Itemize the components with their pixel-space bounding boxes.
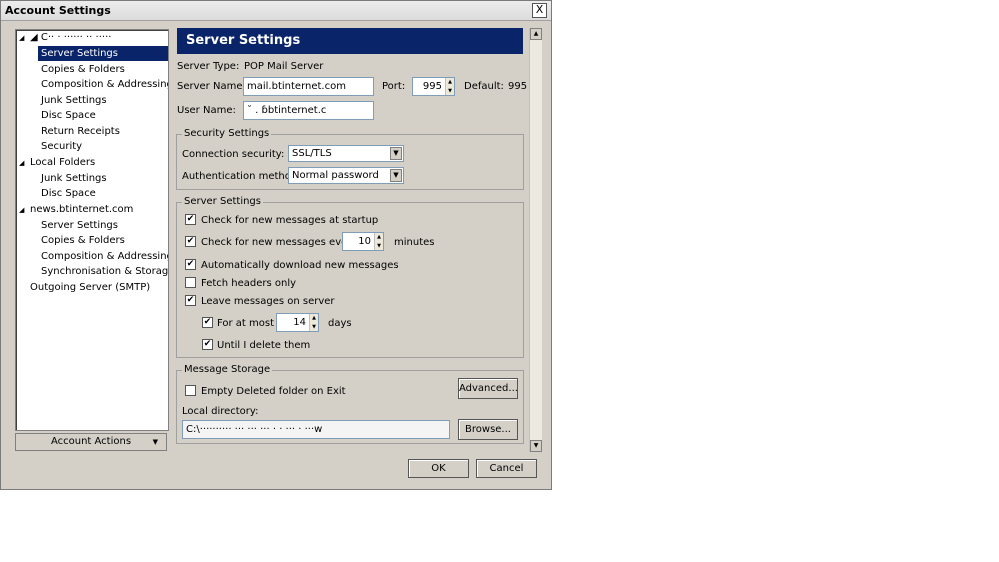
- check-startup-label: Check for new messages at startup: [201, 215, 379, 226]
- window-title: Account Settings: [5, 4, 111, 17]
- connection-security-value: SSL/TLS: [292, 148, 332, 159]
- auth-method-select[interactable]: Normal password ▼: [288, 167, 404, 184]
- until-delete-checkbox[interactable]: ✔: [202, 339, 213, 350]
- account-actions-button[interactable]: Account Actions ▼: [15, 433, 167, 451]
- dropdown-arrow-icon: ▼: [390, 169, 402, 182]
- local-directory-label: Local directory:: [182, 406, 259, 417]
- local-directory-input[interactable]: C:\·········· ··· ··· ··· · · ··· · ···w: [182, 420, 450, 439]
- tree-item-news-copies[interactable]: Copies & Folders: [41, 233, 125, 248]
- server-type-label: Server Type:: [177, 61, 240, 72]
- tree-item-server-settings[interactable]: Server Settings: [38, 46, 168, 61]
- scroll-up-icon[interactable]: ▲: [530, 28, 542, 40]
- port-value: 995: [422, 81, 442, 92]
- tree-item-copies-folders[interactable]: Copies & Folders: [41, 62, 125, 77]
- port-label: Port:: [382, 81, 406, 92]
- dropdown-arrow-icon: ▼: [152, 438, 158, 446]
- tree-item-return-receipts[interactable]: Return Receipts: [41, 124, 120, 139]
- minutes-label: minutes: [394, 237, 435, 248]
- check-interval-spinner[interactable]: ▲ ▼: [374, 233, 383, 250]
- tree-item-security[interactable]: Security: [41, 139, 82, 154]
- message-storage-legend: Message Storage: [182, 364, 273, 375]
- collapse-icon[interactable]: ◢: [19, 206, 24, 214]
- vertical-scrollbar[interactable]: ▲ ▼: [529, 28, 542, 452]
- tree-item-junk-settings[interactable]: Junk Settings: [41, 93, 107, 108]
- until-delete-label: Until I delete them: [217, 340, 311, 351]
- fetch-headers-label: Fetch headers only: [201, 278, 297, 289]
- scroll-down-icon[interactable]: ▼: [530, 440, 542, 452]
- auth-method-label: Authentication method:: [182, 171, 301, 182]
- empty-deleted-checkbox[interactable]: [185, 385, 196, 396]
- for-at-most-label: For at most: [217, 318, 275, 329]
- close-icon[interactable]: X: [532, 3, 547, 18]
- port-spinner[interactable]: ▲ ▼: [445, 78, 454, 95]
- tree-item-composition[interactable]: Composition & Addressing: [41, 77, 168, 92]
- default-label: Default:: [464, 81, 504, 92]
- check-every-checkbox[interactable]: ✔: [185, 236, 196, 247]
- auto-download-label: Automatically download new messages: [201, 260, 399, 271]
- security-settings-legend: Security Settings: [182, 128, 272, 139]
- empty-deleted-label: Empty Deleted folder on Exit: [201, 386, 346, 397]
- tree-item-disc-space[interactable]: Disc Space: [41, 108, 96, 123]
- collapse-icon[interactable]: ◢: [19, 34, 24, 42]
- for-at-most-checkbox[interactable]: ✔: [202, 317, 213, 328]
- check-interval-input[interactable]: 10 ▲ ▼: [342, 232, 384, 251]
- tree-item-news-server[interactable]: news.btinternet.com: [30, 202, 133, 217]
- days-input[interactable]: 14 ▲ ▼: [276, 313, 319, 332]
- server-type-value: POP Mail Server: [244, 61, 324, 72]
- check-interval-value: 10: [358, 236, 371, 247]
- cancel-button[interactable]: Cancel: [476, 459, 537, 478]
- auto-download-checkbox[interactable]: ✔: [185, 259, 196, 270]
- tree-item-outgoing-smtp[interactable]: Outgoing Server (SMTP): [30, 280, 150, 295]
- port-input[interactable]: 995 ▲ ▼: [412, 77, 455, 96]
- advanced-button[interactable]: Advanced...: [458, 378, 518, 399]
- tree-item-local-junk[interactable]: Junk Settings: [41, 171, 107, 186]
- leave-on-server-checkbox[interactable]: ✔: [185, 295, 196, 306]
- browse-button[interactable]: Browse...: [458, 419, 518, 440]
- title-bar: Account Settings X: [1, 1, 551, 21]
- tree-item-account[interactable]: ◢ C·· · ······ ·· ·····: [30, 30, 111, 45]
- days-spinner[interactable]: ▲ ▼: [309, 314, 318, 331]
- user-name-label: User Name:: [177, 105, 236, 116]
- account-actions-label: Account Actions: [50, 436, 132, 447]
- tree-item-local-disc[interactable]: Disc Space: [41, 186, 96, 201]
- leave-on-server-label: Leave messages on server: [201, 296, 335, 307]
- fetch-headers-checkbox[interactable]: [185, 277, 196, 288]
- ok-button[interactable]: OK: [408, 459, 469, 478]
- days-label: days: [328, 318, 352, 329]
- check-every-label: Check for new messages every: [201, 237, 358, 248]
- auth-method-value: Normal password: [292, 170, 379, 181]
- tree-item-news-sync[interactable]: Synchronisation & Storage: [41, 264, 168, 279]
- default-value: 995: [508, 81, 528, 92]
- server-name-label: Server Name:: [177, 81, 246, 92]
- account-tree[interactable]: ◢ ◢ C·· · ······ ·· ····· Server Setting…: [15, 29, 169, 431]
- check-startup-checkbox[interactable]: ✔: [185, 214, 196, 225]
- server-name-input[interactable]: mail.btinternet.com: [243, 77, 374, 96]
- account-settings-dialog: Account Settings X ◢ ◢ C·· · ······ ·· ·…: [0, 0, 552, 490]
- days-value: 14: [293, 317, 306, 328]
- dropdown-arrow-icon: ▼: [390, 147, 402, 160]
- connection-security-label: Connection security:: [182, 149, 285, 160]
- page-title: Server Settings: [177, 28, 523, 54]
- collapse-icon[interactable]: ◢: [19, 159, 24, 167]
- user-name-input[interactable]: ˘ . ɓbtinternet.c: [243, 101, 374, 120]
- connection-security-select[interactable]: SSL/TLS ▼: [288, 145, 404, 162]
- tree-item-news-server-settings[interactable]: Server Settings: [41, 218, 118, 233]
- tree-item-news-composition[interactable]: Composition & Addressing: [41, 249, 168, 264]
- server-settings-legend: Server Settings: [182, 196, 263, 207]
- tree-item-local-folders[interactable]: Local Folders: [30, 155, 95, 170]
